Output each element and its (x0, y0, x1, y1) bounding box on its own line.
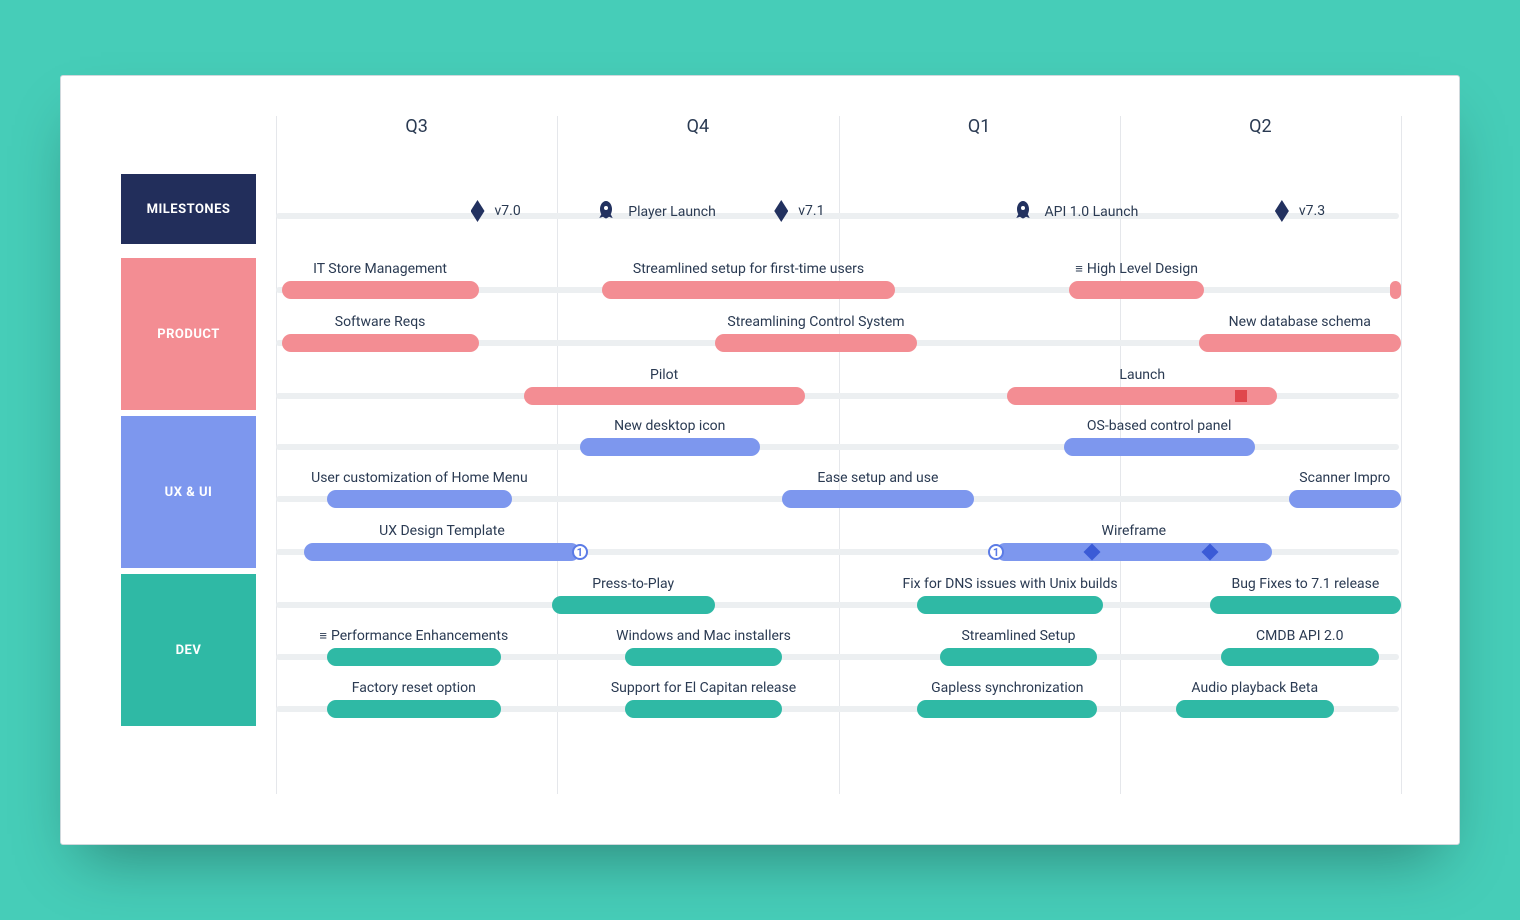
gantt-bar[interactable]: OS-based control panel (1064, 438, 1255, 456)
gantt-bar[interactable]: Fix for DNS issues with Unix builds (917, 596, 1103, 614)
quarter-label: Q3 (405, 116, 428, 137)
milestone[interactable]: v7.3 (1275, 200, 1325, 222)
gantt-bar-label: Pilot (650, 367, 678, 383)
gantt-bar[interactable]: New desktop icon (580, 438, 760, 456)
gantt-bar-label: Audio playback Beta (1191, 680, 1318, 696)
gantt-bar[interactable]: New database schema (1199, 334, 1402, 352)
timeline-row: New desktop icon OS-based control panel (276, 438, 1399, 456)
gantt-bar[interactable]: Pilot (524, 387, 805, 405)
milestone-label: v7.3 (1299, 203, 1325, 219)
gantt-bar[interactable]: Support for El Capitan release (625, 700, 783, 718)
diamond-marker-icon (1201, 544, 1218, 561)
gantt-bar[interactable]: Wireframe1 (996, 543, 1272, 561)
gantt-bar-label: CMDB API 2.0 (1256, 628, 1343, 644)
gantt-bar[interactable]: Performance Enhancements (327, 648, 501, 666)
rocket-icon (594, 200, 618, 224)
gantt-bar-label: Press-to-Play (592, 576, 674, 592)
gantt-bar[interactable]: Bug Fixes to 7.1 release (1210, 596, 1401, 614)
swimlane-dev[interactable]: DEV (121, 574, 256, 726)
gantt-bar[interactable]: Audio playback Beta (1176, 700, 1334, 718)
row-rail (276, 213, 1399, 219)
quarter-label: Q1 (968, 116, 991, 137)
quarter-label: Q4 (687, 116, 710, 137)
gantt-bar-label: Streamlined setup for first-time users (633, 261, 864, 277)
swimlane-product[interactable]: PRODUCT (121, 258, 256, 410)
square-marker-icon (1235, 390, 1247, 402)
count-badge: 1 (572, 544, 588, 560)
roadmap-board: Q3 Q4 Q1 Q2 MILESTONES PRODUCT UX & UI DEV v7.0 P… (60, 75, 1460, 845)
gantt-bar-label: Launch (1119, 367, 1165, 383)
milestone-label: Player Launch (628, 204, 716, 220)
gantt-bar-label: IT Store Management (313, 261, 447, 277)
diamond-icon (1275, 200, 1289, 222)
milestone[interactable]: API 1.0 Launch (1011, 200, 1139, 224)
quarter-label: Q2 (1249, 116, 1272, 137)
gantt-bar-label: High Level Design (1075, 261, 1198, 277)
diamond-icon (471, 200, 485, 222)
gantt-bar-label: New desktop icon (614, 418, 725, 434)
timeline-row: IT Store Management Streamlined setup for… (276, 281, 1399, 299)
diamond-marker-icon (1083, 544, 1100, 561)
gantt-bar-label: OS-based control panel (1087, 418, 1231, 434)
gantt-bar[interactable]: High Level Design (1069, 281, 1204, 299)
timeline-row: User customization of Home Menu Ease setu… (276, 490, 1399, 508)
timeline-row: Pilot Launch (276, 387, 1399, 405)
gantt-bar-label: Support for El Capitan release (611, 680, 796, 696)
milestone-label: v7.1 (798, 203, 824, 219)
gantt-bar-label: Scanner Impro (1299, 470, 1390, 486)
gantt-bar-label: Streamlining Control System (727, 314, 904, 330)
timeline-row: Press-to-Play Fix for DNS issues with Uni… (276, 596, 1399, 614)
milestone[interactable]: Player Launch (594, 200, 716, 224)
diamond-icon (774, 200, 788, 222)
gantt-bar[interactable]: Software Reqs (282, 334, 479, 352)
gantt-bar[interactable]: Ease setup and use (782, 490, 973, 508)
milestone-label: API 1.0 Launch (1045, 204, 1139, 220)
gantt-bar-label: Ease setup and use (817, 470, 938, 486)
milestone[interactable]: v7.0 (471, 200, 521, 222)
quarters-header: Q3 Q4 Q1 Q2 (121, 116, 1399, 156)
gantt-bar[interactable]: Factory reset option (327, 700, 501, 718)
gantt-bar[interactable]: CMDB API 2.0 (1221, 648, 1379, 666)
gantt-bar[interactable]: Streamlined Setup (940, 648, 1098, 666)
gantt-bar-label: User customization of Home Menu (311, 470, 528, 486)
swimlane-uxui[interactable]: UX & UI (121, 416, 256, 568)
gantt-bar-label: Fix for DNS issues with Unix builds (903, 576, 1118, 592)
gantt-bar-label: New database schema (1229, 314, 1371, 330)
quarter-divider (1401, 116, 1402, 794)
gantt-bar[interactable]: Windows and Mac installers (625, 648, 783, 666)
gantt-bar[interactable]: Launch (1007, 387, 1277, 405)
milestone-label: v7.0 (495, 203, 521, 219)
gantt-bar[interactable]: UX Design Template1 (304, 543, 580, 561)
gantt-bar[interactable]: User customization of Home Menu (327, 490, 513, 508)
milestones-row: v7.0 Player Launch v7.1 API 1.0 Launch v7.3 (276, 206, 1399, 226)
swimlane-label: UX & UI (165, 485, 213, 500)
gantt-bar[interactable] (1390, 281, 1401, 299)
gantt-bar-label: Windows and Mac installers (616, 628, 791, 644)
gantt-bar-label: Performance Enhancements (319, 628, 508, 644)
gantt-bar-label: Streamlined Setup (961, 628, 1075, 644)
swimlane-milestones[interactable]: MILESTONES (121, 174, 256, 244)
gantt-bar-label: UX Design Template (379, 523, 505, 539)
swimlane-label: MILESTONES (147, 202, 231, 217)
timeline-row: Factory reset option Support for El Capit… (276, 700, 1399, 718)
timeline-row: UX Design Template1 Wireframe1 (276, 543, 1399, 561)
swimlane-label: PRODUCT (157, 327, 220, 342)
gantt-bar[interactable]: IT Store Management (282, 281, 479, 299)
timeline-row: Performance Enhancements Windows and Mac … (276, 648, 1399, 666)
count-badge: 1 (988, 544, 1004, 560)
rocket-icon (1011, 200, 1035, 224)
timeline-row: Software Reqs Streamlining Control System… (276, 334, 1399, 352)
swimlane-label: DEV (176, 643, 202, 658)
gantt-bar[interactable]: Streamlining Control System (715, 334, 918, 352)
gantt-bar[interactable]: Press-to-Play (552, 596, 715, 614)
gantt-bar-label: Wireframe (1102, 523, 1167, 539)
gantt-bar[interactable]: Scanner Impro (1289, 490, 1402, 508)
gantt-bar-label: Software Reqs (335, 314, 426, 330)
milestone[interactable]: v7.1 (774, 200, 824, 222)
gantt-bar[interactable]: Streamlined setup for first-time users (602, 281, 895, 299)
gantt-bar-label: Factory reset option (352, 680, 476, 696)
gantt-bar-label: Bug Fixes to 7.1 release (1231, 576, 1379, 592)
gantt-bar[interactable]: Gapless synchronization (917, 700, 1097, 718)
gantt-bar-label: Gapless synchronization (931, 680, 1083, 696)
